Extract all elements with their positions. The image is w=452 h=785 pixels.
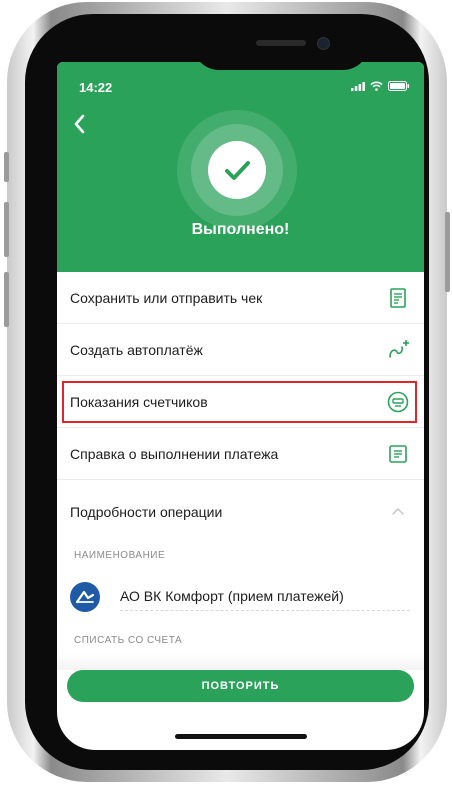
success-badge-core [208,141,266,199]
action-payment-certificate[interactable]: Справка о выполнении платежа [57,428,424,480]
action-label: Справка о выполнении платежа [70,446,279,462]
operation-details-title[interactable]: Подробности операции [70,504,222,520]
battery-icon [388,81,410,91]
success-header: 14:22 Выполнено! [57,62,424,272]
speaker [256,40,306,46]
checkmark-icon [225,161,250,180]
receipt-icon [390,288,406,308]
wifi-icon [370,81,383,91]
phone-frame: 14:22 Выполнено! Сохранить или отправить… [4,2,450,782]
signal-icon [351,81,365,91]
highlight-frame [62,381,417,423]
action-label: Создать автоплатёж [70,342,203,358]
chevron-up-icon[interactable] [390,504,406,520]
action-label: Сохранить или отправить чек [70,290,263,306]
power-button [445,212,450,292]
account-caption: СПИСАТЬ СО СЧЕТА [74,635,183,646]
recipient-divider [120,610,410,611]
autopay-icon [389,340,409,358]
success-title: Выполнено! [191,221,290,238]
front-camera [317,37,330,50]
success-badge-ring [191,124,283,216]
mute-switch [4,152,9,182]
volume-up-button [4,202,9,257]
notch [193,24,369,70]
recipient-name: АО ВК Комфорт (прием платежей) [120,588,344,604]
app-screen: 14:22 Выполнено! Сохранить или отправить… [57,62,424,750]
recipient-logo [70,582,100,612]
repeat-button[interactable]: ПОВТОРИТЬ [67,670,414,702]
action-create-autopay[interactable]: Создать автоплатёж [57,324,424,376]
document-icon [389,445,407,463]
status-time: 14:22 [79,80,113,95]
status-icons [351,81,410,91]
home-indicator[interactable] [175,734,307,739]
success-badge [177,110,297,230]
volume-down-button [4,272,9,327]
back-arrow-icon[interactable] [69,112,93,136]
bottom-fade [57,654,424,670]
name-caption: НАИМЕНОВАНИЕ [74,550,166,561]
recipient-logo-icon [75,590,95,604]
action-save-receipt[interactable]: Сохранить или отправить чек [57,272,424,324]
